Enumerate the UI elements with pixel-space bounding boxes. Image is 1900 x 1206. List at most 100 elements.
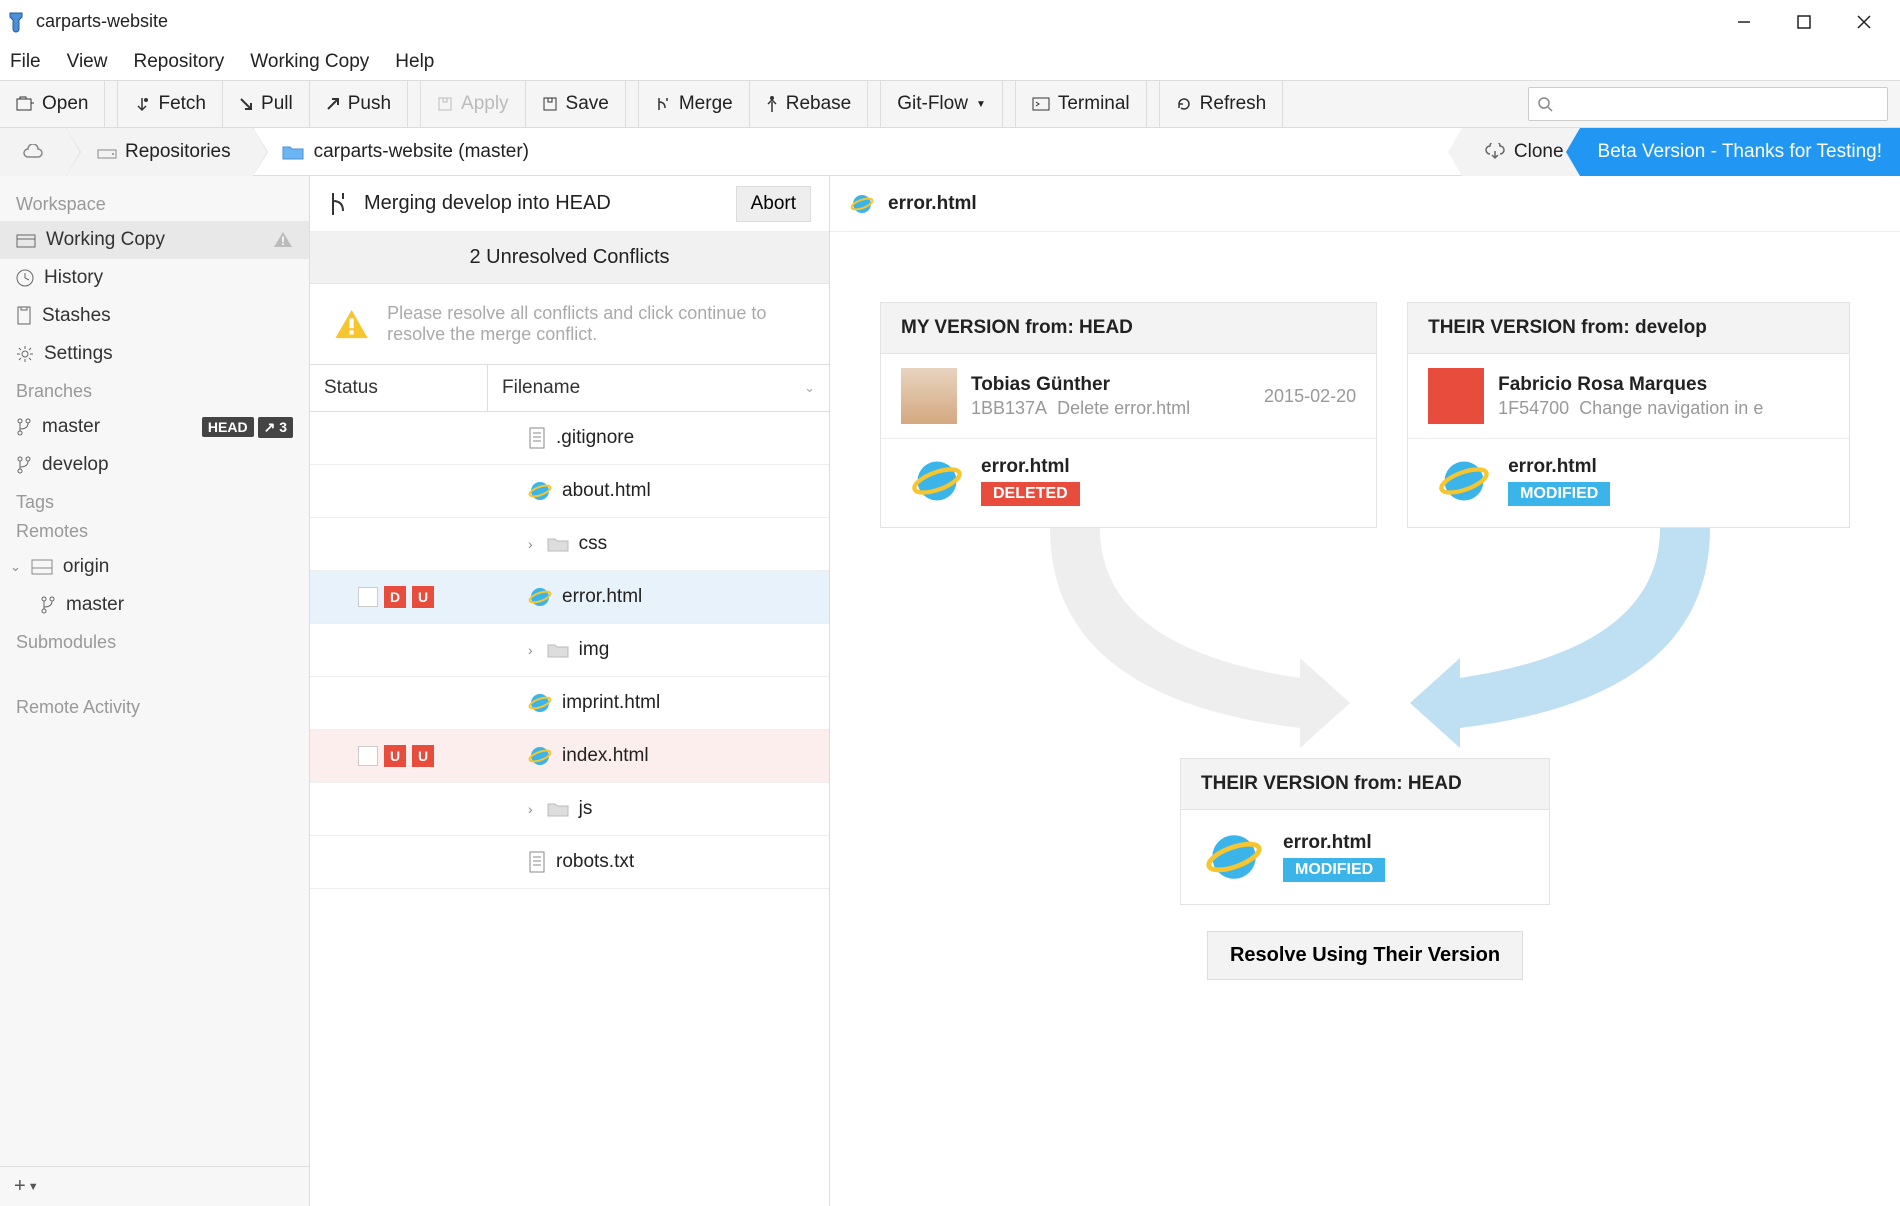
- sidebar-history[interactable]: History: [0, 259, 309, 297]
- minimize-button[interactable]: [1714, 2, 1774, 42]
- avatar: [901, 368, 957, 424]
- branch-icon: [16, 456, 32, 474]
- crumb-repo[interactable]: carparts-website (master): [254, 128, 549, 176]
- push-button[interactable]: Push: [310, 80, 408, 128]
- file-row[interactable]: .gitignore: [310, 412, 829, 465]
- checkbox[interactable]: [358, 746, 378, 766]
- cloud-download-icon: [1484, 143, 1506, 161]
- terminal-button[interactable]: Terminal: [1015, 80, 1147, 128]
- file-icon: [528, 744, 552, 768]
- close-button[interactable]: [1834, 2, 1894, 42]
- sidebar-working-copy[interactable]: Working Copy !: [0, 221, 309, 259]
- open-button[interactable]: Open: [0, 80, 105, 128]
- status-modified: MODIFIED: [1508, 482, 1610, 506]
- sidebar-remote-master[interactable]: master: [0, 586, 309, 624]
- search-input[interactable]: [1559, 94, 1879, 115]
- beta-banner: Beta Version - Thanks for Testing!: [1580, 128, 1900, 176]
- sidebar-stashes[interactable]: Stashes: [0, 297, 309, 335]
- sidebar-footer: + ▼: [0, 1166, 309, 1206]
- sidebar-workspace-header: Workspace: [0, 186, 309, 221]
- fetch-button[interactable]: Fetch: [117, 80, 223, 128]
- crumb-repositories[interactable]: Repositories: [67, 128, 254, 176]
- their-version-title: THEIR VERSION from: develop: [1408, 303, 1849, 354]
- file-row[interactable]: ›css: [310, 518, 829, 571]
- merge-icon: [328, 191, 348, 217]
- add-button[interactable]: +: [14, 1175, 26, 1198]
- ie-icon: [1438, 455, 1490, 507]
- arrow-left: [1040, 528, 1390, 758]
- title-bar: carparts-website: [0, 0, 1900, 44]
- result-title: THEIR VERSION from: HEAD: [1181, 759, 1549, 810]
- file-name: .gitignore: [556, 427, 634, 449]
- menu-view[interactable]: View: [67, 51, 108, 73]
- ahead-badge: ↗ 3: [258, 417, 293, 438]
- my-version-card: MY VERSION from: HEAD Tobias Günther 1BB…: [880, 302, 1377, 528]
- save-button[interactable]: Save: [526, 80, 626, 128]
- file-name: img: [579, 639, 610, 661]
- sidebar-branch-master[interactable]: master HEAD ↗ 3: [0, 408, 309, 446]
- right-header: error.html: [830, 176, 1900, 232]
- file-icon: [528, 585, 552, 609]
- dropdown-icon[interactable]: ▼: [28, 1181, 39, 1193]
- file-row[interactable]: about.html: [310, 465, 829, 518]
- menu-help[interactable]: Help: [395, 51, 434, 73]
- file-name: js: [579, 798, 593, 820]
- file-icon: [528, 691, 552, 715]
- warning-icon: [334, 302, 369, 346]
- sidebar-remote-origin[interactable]: ⌄ origin: [0, 548, 309, 586]
- sidebar-settings[interactable]: Settings: [0, 335, 309, 373]
- abort-button[interactable]: Abort: [736, 186, 811, 222]
- sidebar-submodules-header: Submodules: [0, 624, 309, 659]
- file-icon: [547, 536, 569, 552]
- folder-icon: [282, 143, 304, 161]
- open-icon: [16, 96, 34, 112]
- my-version-title: MY VERSION from: HEAD: [881, 303, 1376, 354]
- file-row[interactable]: UUindex.html: [310, 730, 829, 783]
- rebase-button[interactable]: Rebase: [750, 80, 869, 128]
- status-modified: MODIFIED: [1283, 858, 1385, 882]
- remote-icon: [31, 559, 53, 575]
- push-icon: [326, 97, 340, 111]
- their-version-card: THEIR VERSION from: develop Fabricio Ros…: [1407, 302, 1850, 528]
- file-row[interactable]: DUerror.html: [310, 571, 829, 624]
- ie-icon: [911, 455, 963, 507]
- crumb-cloud[interactable]: [0, 128, 67, 176]
- my-version-commit: Tobias Günther 1BB137A Delete error.html…: [881, 354, 1376, 439]
- result-card: THEIR VERSION from: HEAD error.html MODI…: [1180, 758, 1550, 905]
- resolve-button[interactable]: Resolve Using Their Version: [1207, 931, 1523, 980]
- search-icon: [1537, 96, 1553, 112]
- file-row[interactable]: robots.txt: [310, 836, 829, 889]
- warning-icon: !: [273, 231, 293, 249]
- file-name: error.html: [562, 586, 642, 608]
- menu-working-copy[interactable]: Working Copy: [250, 51, 369, 73]
- merge-icon: [655, 96, 671, 112]
- branch-icon: [16, 418, 32, 436]
- menu-file[interactable]: File: [10, 51, 41, 73]
- diff-area: MY VERSION from: HEAD Tobias Günther 1BB…: [830, 232, 1900, 1206]
- status-deleted: DELETED: [981, 482, 1080, 506]
- gitflow-button[interactable]: Git-Flow▼: [880, 80, 1003, 128]
- pull-button[interactable]: Pull: [223, 80, 310, 128]
- search-box[interactable]: [1528, 87, 1888, 121]
- file-row[interactable]: ›js: [310, 783, 829, 836]
- menu-repository[interactable]: Repository: [133, 51, 224, 73]
- col-filename[interactable]: Filename⌄: [488, 365, 829, 411]
- apply-button[interactable]: Apply: [420, 80, 526, 128]
- maximize-button[interactable]: [1774, 2, 1834, 42]
- menu-bar: File View Repository Working Copy Help: [0, 44, 1900, 80]
- branch-icon: [40, 596, 56, 614]
- merge-arrows: [880, 528, 1850, 758]
- col-status[interactable]: Status: [310, 365, 488, 411]
- checkbox[interactable]: [358, 587, 378, 607]
- conflicts-title: 2 Unresolved Conflicts: [310, 232, 829, 284]
- right-panel: error.html MY VERSION from: HEAD Tobias …: [830, 176, 1900, 1206]
- file-row[interactable]: ›img: [310, 624, 829, 677]
- fetch-icon: [134, 96, 150, 112]
- merge-button[interactable]: Merge: [638, 80, 750, 128]
- history-icon: [16, 269, 34, 287]
- refresh-button[interactable]: Refresh: [1159, 80, 1284, 128]
- sidebar-branch-develop[interactable]: develop: [0, 446, 309, 484]
- stashes-icon: [16, 306, 32, 326]
- clone-button[interactable]: Clone: [1462, 128, 1580, 176]
- file-row[interactable]: imprint.html: [310, 677, 829, 730]
